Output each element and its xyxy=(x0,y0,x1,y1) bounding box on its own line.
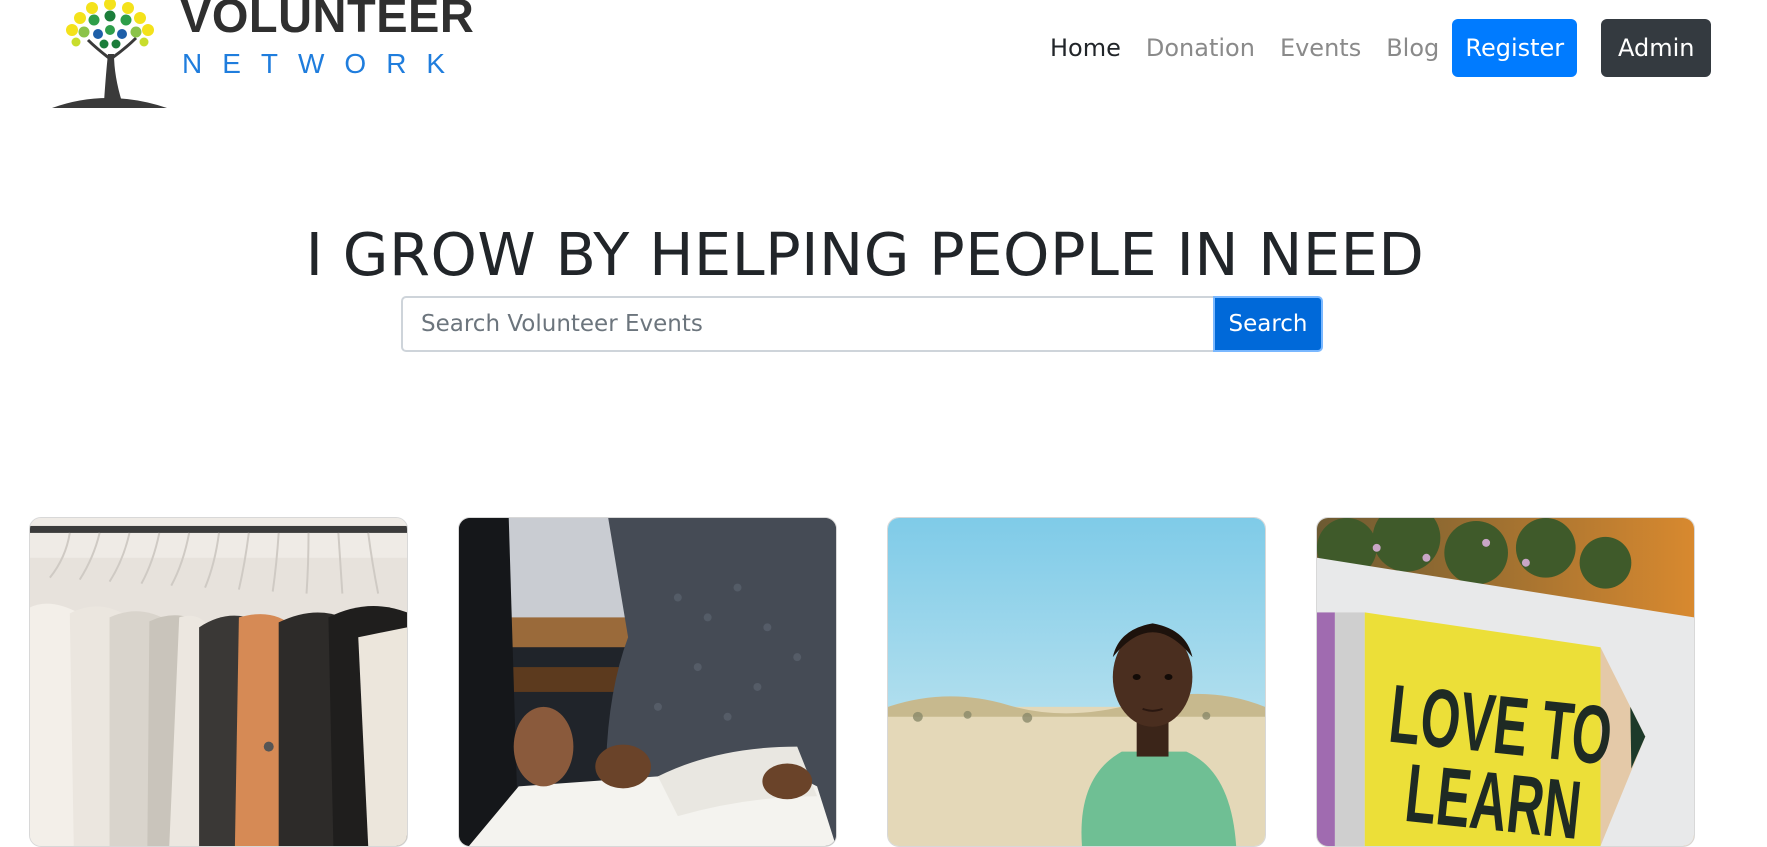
event-card-child[interactable] xyxy=(887,517,1266,847)
search-bar: Search xyxy=(401,296,1323,352)
nav-events[interactable]: Events xyxy=(1280,34,1361,62)
event-card-learn[interactable]: LOVE TO LEARN xyxy=(1316,517,1695,847)
event-card-clothing[interactable] xyxy=(29,517,408,847)
page-title: I GROW BY HELPING PEOPLE IN NEED xyxy=(305,220,1425,289)
search-input[interactable] xyxy=(401,296,1213,352)
event-card-reading[interactable] xyxy=(458,517,837,847)
child-portrait-image xyxy=(888,518,1265,846)
event-cards: LOVE TO LEARN xyxy=(29,517,1729,847)
reading-book-image xyxy=(459,518,836,846)
brand-title: VOLUNTEER xyxy=(180,0,475,42)
search-button[interactable]: Search xyxy=(1213,296,1323,352)
nav-blog[interactable]: Blog xyxy=(1386,34,1439,62)
tree-logo-icon xyxy=(52,0,167,108)
nav-home[interactable]: Home xyxy=(1050,34,1121,62)
love-to-learn-sign-image: LOVE TO LEARN xyxy=(1317,518,1694,846)
register-button[interactable]: Register xyxy=(1452,19,1578,77)
brand-subtitle: NETWORK xyxy=(182,48,466,79)
clothing-rack-image xyxy=(30,518,407,846)
nav-donation[interactable]: Donation xyxy=(1146,34,1255,62)
sign-line-2: LEARN xyxy=(1401,746,1585,846)
logo[interactable]: VOLUNTEER NETWORK xyxy=(52,0,475,110)
admin-button[interactable]: Admin xyxy=(1601,19,1712,77)
main-nav: Home Donation Events Blog Register Admin xyxy=(1050,19,1712,77)
